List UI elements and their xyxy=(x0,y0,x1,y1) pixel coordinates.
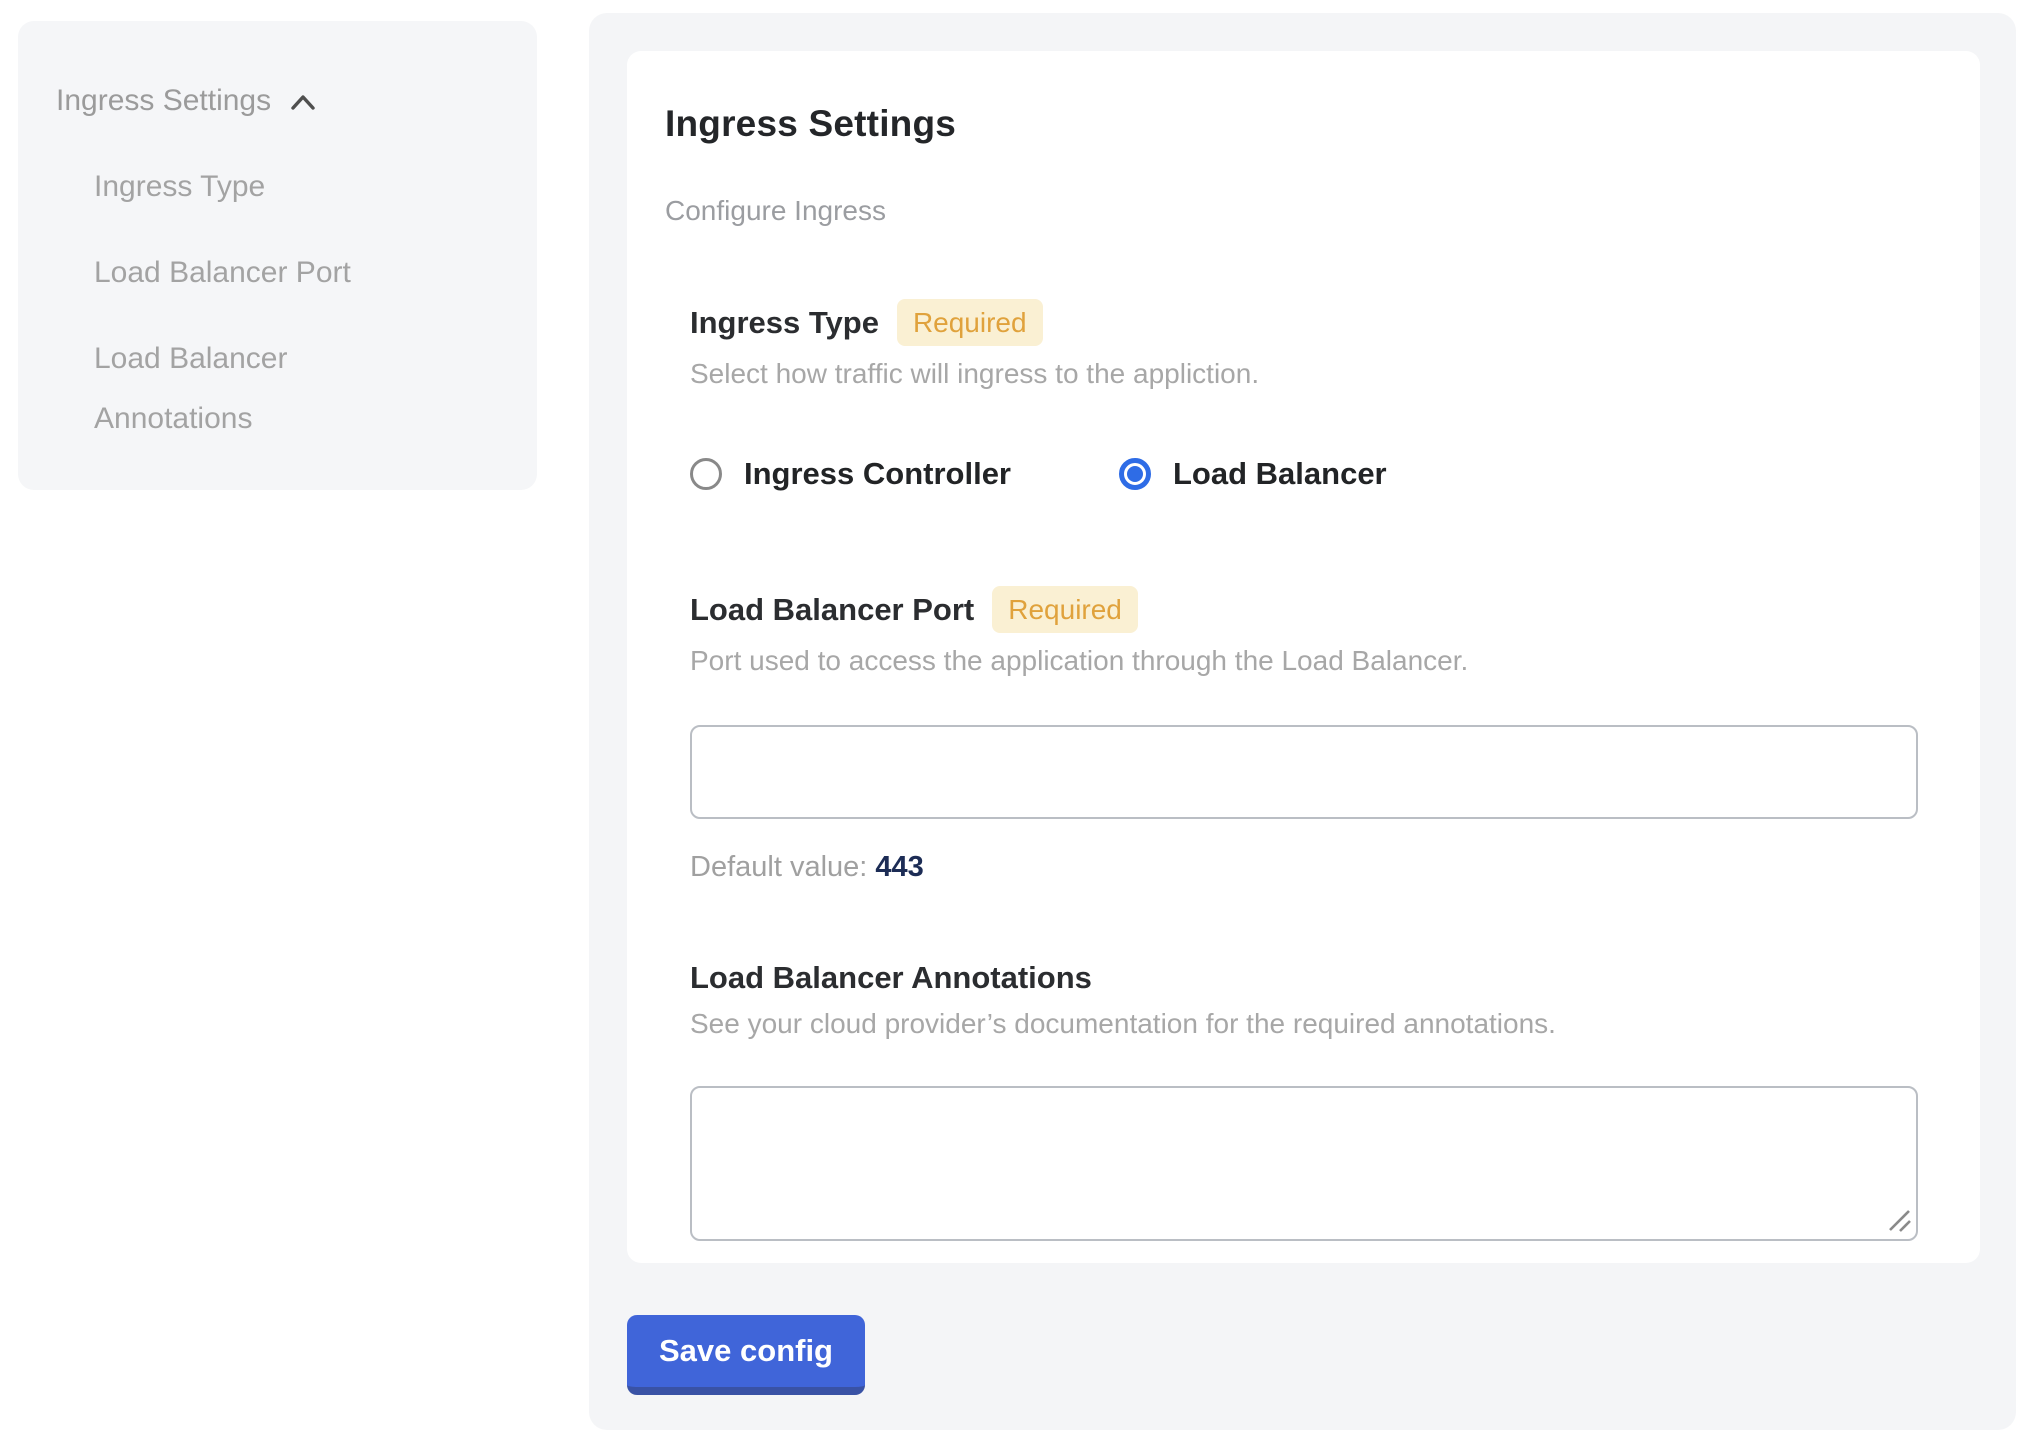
load-balancer-port-input[interactable] xyxy=(690,725,1918,819)
sidebar-item-list: Ingress Type Load Balancer Port Load Bal… xyxy=(94,157,394,449)
radio-unchecked-icon[interactable] xyxy=(690,458,722,490)
required-badge: Required xyxy=(992,586,1138,633)
main-panel: Ingress Settings Configure Ingress Ingre… xyxy=(589,13,2016,1430)
radio-option-load-balancer[interactable]: Load Balancer xyxy=(1119,456,1387,492)
resize-handle-icon[interactable] xyxy=(1886,1207,1912,1233)
section-load-balancer-annotations: Load Balancer Annotations See your cloud… xyxy=(690,960,1918,1241)
page-subtitle: Configure Ingress xyxy=(665,195,1918,227)
sidebar-group-label: Ingress Settings xyxy=(56,71,271,131)
section-ingress-type: Ingress Type Required Select how traffic… xyxy=(690,299,1918,492)
default-value-row: Default value:443 xyxy=(690,851,1918,884)
sidebar-item-ingress-type[interactable]: Ingress Type xyxy=(94,157,394,217)
load-balancer-annotations-label: Load Balancer Annotations xyxy=(690,960,1092,996)
default-value-label: Default value: xyxy=(690,851,867,883)
radio-option-ingress-controller[interactable]: Ingress Controller xyxy=(690,456,1011,492)
settings-sidebar: Ingress Settings Ingress Type Load Balan… xyxy=(18,21,537,490)
ingress-type-radio-group: Ingress Controller Load Balancer xyxy=(690,456,1918,492)
save-config-button[interactable]: Save config xyxy=(627,1315,865,1395)
required-badge: Required xyxy=(897,299,1043,346)
ingress-type-label: Ingress Type xyxy=(690,305,879,341)
load-balancer-port-description: Port used to access the application thro… xyxy=(690,645,1918,677)
annotations-textarea-wrap xyxy=(690,1086,1918,1241)
load-balancer-annotations-description: See your cloud provider’s documentation … xyxy=(690,1008,1918,1040)
page-title: Ingress Settings xyxy=(665,103,1918,145)
ingress-type-description: Select how traffic will ingress to the a… xyxy=(690,358,1918,390)
load-balancer-annotations-heading: Load Balancer Annotations xyxy=(690,960,1918,996)
ingress-settings-card: Ingress Settings Configure Ingress Ingre… xyxy=(627,51,1980,1263)
load-balancer-port-label: Load Balancer Port xyxy=(690,592,974,628)
sidebar-group-ingress-settings[interactable]: Ingress Settings xyxy=(56,71,497,131)
radio-checked-icon[interactable] xyxy=(1119,458,1151,490)
default-value: 443 xyxy=(875,851,923,883)
ingress-type-heading: Ingress Type Required xyxy=(690,299,1918,346)
sidebar-item-load-balancer-port[interactable]: Load Balancer Port xyxy=(94,243,394,303)
section-load-balancer-port: Load Balancer Port Required Port used to… xyxy=(690,586,1918,884)
radio-label-load-balancer: Load Balancer xyxy=(1173,456,1387,492)
form-sections: Ingress Type Required Select how traffic… xyxy=(690,299,1918,1241)
load-balancer-annotations-textarea[interactable] xyxy=(690,1086,1918,1241)
load-balancer-port-heading: Load Balancer Port Required xyxy=(690,586,1918,633)
sidebar-item-load-balancer-annotations[interactable]: Load Balancer Annotations xyxy=(94,329,394,449)
chevron-up-icon xyxy=(287,87,319,119)
radio-label-ingress-controller: Ingress Controller xyxy=(744,456,1011,492)
